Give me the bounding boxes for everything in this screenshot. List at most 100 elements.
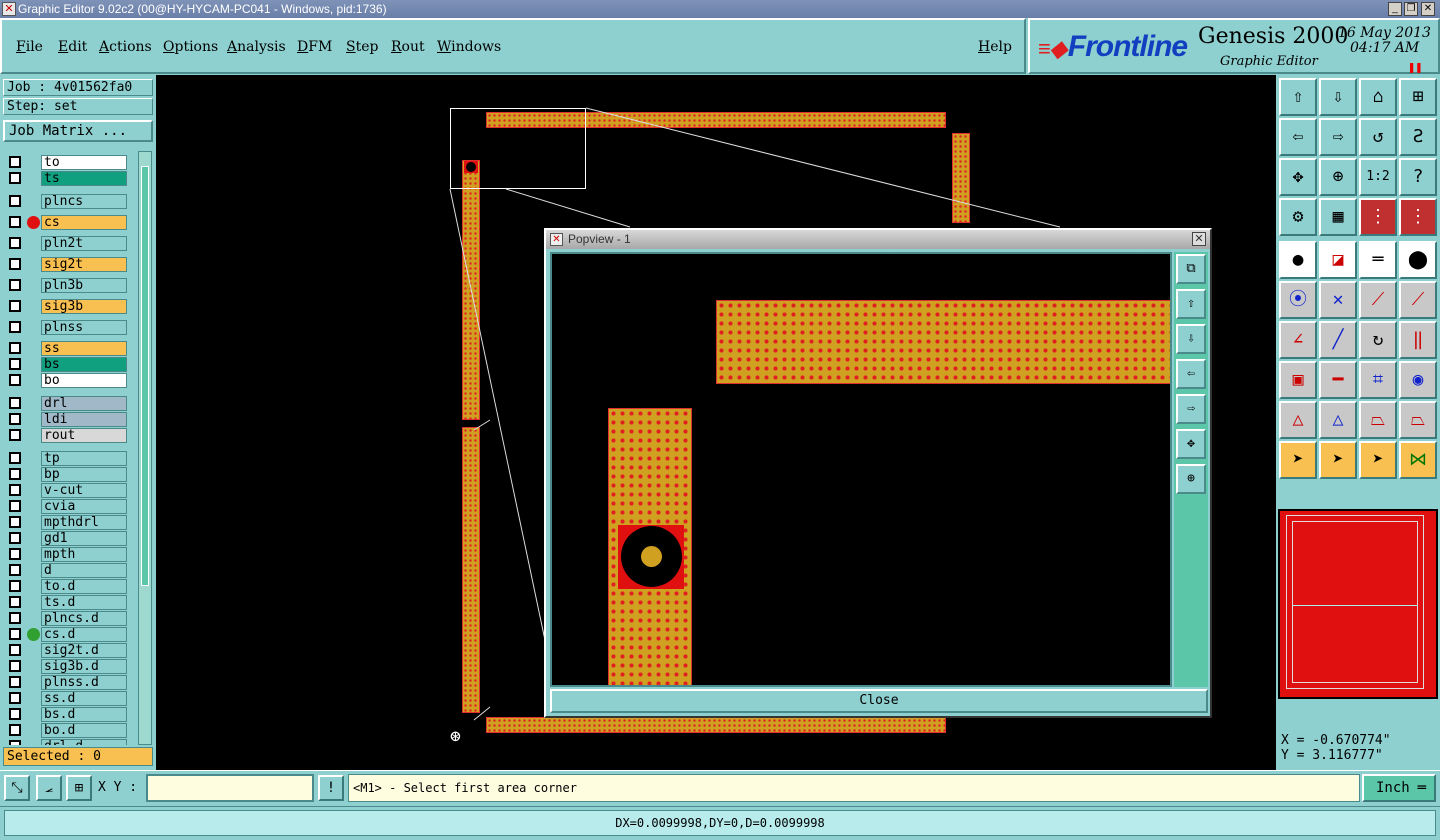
layer-row-pln2t[interactable]: pln2t xyxy=(7,236,127,251)
popview-close-icon[interactable]: ✕ xyxy=(1192,232,1206,246)
layer-row-ss[interactable]: ss xyxy=(7,341,127,356)
triangle-icon[interactable]: △ xyxy=(1279,401,1317,439)
layer-checkbox[interactable] xyxy=(9,342,21,354)
layer-row-rout[interactable]: rout xyxy=(7,428,127,443)
layer-checkbox[interactable] xyxy=(9,500,21,512)
layer-row-plncs-d[interactable]: plncs.d xyxy=(7,611,127,626)
layer-name[interactable]: ss.d xyxy=(41,691,127,706)
layer-row-plncs[interactable]: plncs xyxy=(7,194,127,209)
layer-row-ts[interactable]: ts xyxy=(7,171,127,186)
layer-row-mpth[interactable]: mpth xyxy=(7,547,127,562)
layer-row-drl-d[interactable]: drl.d xyxy=(7,739,127,745)
layer-checkbox[interactable] xyxy=(9,279,21,291)
layer-checkbox[interactable] xyxy=(9,237,21,249)
popview-canvas[interactable] xyxy=(550,252,1172,687)
layer-checkbox[interactable] xyxy=(9,548,21,560)
redraw-icon[interactable]: Ƨ xyxy=(1399,118,1437,156)
layer-row-ldi[interactable]: ldi xyxy=(7,412,127,427)
scrollbar-thumb[interactable] xyxy=(141,166,149,586)
pointer-box-icon[interactable]: ➤ xyxy=(1319,441,1357,479)
layer-row-d[interactable]: d xyxy=(7,563,127,578)
layer-checkbox[interactable] xyxy=(9,156,21,168)
layer-checkbox[interactable] xyxy=(9,628,21,640)
minimize-button[interactable]: _ xyxy=(1388,2,1402,16)
layer-name[interactable]: v-cut xyxy=(41,483,127,498)
pan-left-icon[interactable]: ⇦ xyxy=(1279,118,1317,156)
layer-checkbox[interactable] xyxy=(9,516,21,528)
layer-name[interactable]: cs xyxy=(41,215,127,230)
layer-checkbox[interactable] xyxy=(9,195,21,207)
connect-icon[interactable]: ⦿ xyxy=(1279,281,1317,319)
layer-checkbox[interactable] xyxy=(9,468,21,480)
layer-row-bo-d[interactable]: bo.d xyxy=(7,723,127,738)
snap-alt-icon[interactable]: ⋮ xyxy=(1399,198,1437,236)
layer-checkbox[interactable] xyxy=(9,708,21,720)
app-icon[interactable]: ✕ xyxy=(2,2,16,16)
layer-checkbox[interactable] xyxy=(9,216,21,228)
close-window-button[interactable]: ✕ xyxy=(1421,2,1435,16)
layer-name[interactable]: sig2t.d xyxy=(41,643,127,658)
pad-icon[interactable]: ⬤ xyxy=(1399,241,1437,279)
layer-checkbox[interactable] xyxy=(9,374,21,386)
layer-checkbox[interactable] xyxy=(9,612,21,624)
layer-name[interactable]: plncs.d xyxy=(41,611,127,626)
angle-tool-icon[interactable]: ⦟ xyxy=(36,775,62,801)
snap-icon[interactable]: ⋮ xyxy=(1359,198,1397,236)
layer-name[interactable]: bs.d xyxy=(41,707,127,722)
layer-row-to-d[interactable]: to.d xyxy=(7,579,127,594)
layer-checkbox[interactable] xyxy=(9,580,21,592)
layer-row-plnss[interactable]: plnss xyxy=(7,320,127,335)
xy-input[interactable] xyxy=(146,774,314,802)
layer-row-bp[interactable]: bp xyxy=(7,467,127,482)
layer-row-drl[interactable]: drl xyxy=(7,396,127,411)
menu-dfm[interactable]: DFM xyxy=(297,39,332,55)
layer-name[interactable]: bs xyxy=(41,357,127,372)
layer-row-cs[interactable]: cs xyxy=(7,215,127,230)
layer-list-scrollbar[interactable] xyxy=(138,151,152,745)
layer-checkbox[interactable] xyxy=(9,660,21,672)
layer-name[interactable]: plnss.d xyxy=(41,675,127,690)
layer-name[interactable]: d xyxy=(41,563,127,578)
shapes-icon[interactable]: ◉ xyxy=(1399,361,1437,399)
popview-app-icon[interactable]: ✕ xyxy=(550,233,563,246)
query-icon[interactable]: ? xyxy=(1399,158,1437,196)
trapezoid-icon[interactable]: ⏢ xyxy=(1359,401,1397,439)
layer-checkbox[interactable] xyxy=(9,258,21,270)
home-icon[interactable]: ⌂ xyxy=(1359,78,1397,116)
menu-edit[interactable]: Edit xyxy=(58,39,87,55)
measure-tool-icon[interactable]: ⤡ xyxy=(4,775,30,801)
alert-icon[interactable]: ! xyxy=(318,775,344,801)
settings-icon[interactable]: ⚙ xyxy=(1279,198,1317,236)
layer-checkbox[interactable] xyxy=(9,740,21,745)
layer-row-cvia[interactable]: cvia xyxy=(7,499,127,514)
pad-add-icon[interactable]: ▣ xyxy=(1279,361,1317,399)
layer-checkbox[interactable] xyxy=(9,429,21,441)
draw-line-icon[interactable]: ◪ xyxy=(1319,241,1357,279)
layer-name[interactable]: drl xyxy=(41,396,127,411)
angle-icon[interactable]: ∠ xyxy=(1279,321,1317,359)
layer-checkbox[interactable] xyxy=(9,644,21,656)
popview-pan-up-icon[interactable]: ⇧ xyxy=(1176,289,1206,319)
layer-name[interactable]: mpth xyxy=(41,547,127,562)
layer-name[interactable]: rout xyxy=(41,428,127,443)
layer-name[interactable]: sig3b.d xyxy=(41,659,127,674)
menu-file[interactable]: File xyxy=(16,39,43,55)
layer-row-to[interactable]: to xyxy=(7,155,127,170)
layer-checkbox[interactable] xyxy=(9,532,21,544)
layer-name[interactable]: to.d xyxy=(41,579,127,594)
layer-checkbox[interactable] xyxy=(9,397,21,409)
select-feature-icon[interactable]: ● xyxy=(1279,241,1317,279)
maximize-button[interactable]: ❐ xyxy=(1404,2,1418,16)
layer-checkbox[interactable] xyxy=(9,692,21,704)
menu-rout[interactable]: Rout xyxy=(391,39,425,55)
layer-name[interactable]: mpthdrl xyxy=(41,515,127,530)
popview-title-bar[interactable]: ✕ Popview - 1 ✕ xyxy=(546,230,1210,249)
trapezoid-alt-icon[interactable]: ⏢ xyxy=(1399,401,1437,439)
grid-icon[interactable]: ▦ xyxy=(1319,198,1357,236)
layer-checkbox[interactable] xyxy=(9,724,21,736)
pause-icon[interactable]: ❚❚ xyxy=(1408,60,1422,74)
layer-checkbox[interactable] xyxy=(9,676,21,688)
add-line-icon[interactable]: ⟋ xyxy=(1359,281,1397,319)
layer-row-gd1[interactable]: gd1 xyxy=(7,531,127,546)
grid-snap-icon[interactable]: ⊞ xyxy=(66,775,92,801)
